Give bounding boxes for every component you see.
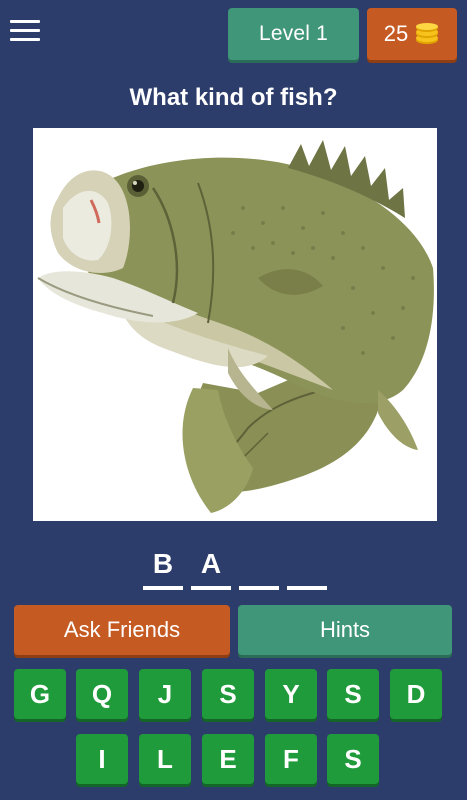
- letter-key[interactable]: E: [202, 734, 254, 784]
- ask-friends-label: Ask Friends: [63, 617, 181, 642]
- menu-icon[interactable]: [10, 20, 40, 46]
- letter-key[interactable]: S: [327, 669, 379, 719]
- letter-key[interactable]: L: [139, 734, 191, 784]
- letter-key[interactable]: S: [202, 669, 254, 719]
- ask-friends-button[interactable]: Ask Friends: [14, 605, 230, 655]
- largemouth-bass-illustration: [37, 140, 434, 513]
- question-text: What kind of fish?: [129, 84, 338, 111]
- letter-key[interactable]: D: [390, 669, 442, 719]
- fish-picture: [33, 128, 437, 521]
- coins-count: 25: [383, 21, 409, 46]
- level-label: Level 1: [258, 22, 329, 45]
- hints-label: Hints: [319, 617, 371, 642]
- answer-slot[interactable]: [287, 546, 327, 590]
- level-button[interactable]: Level 1: [228, 8, 359, 60]
- letter-key[interactable]: Y: [265, 669, 317, 719]
- hints-button[interactable]: Hints: [238, 605, 452, 655]
- letter-key[interactable]: G: [14, 669, 66, 719]
- answer-slot[interactable]: B: [143, 546, 183, 590]
- coins-button[interactable]: 25: [367, 8, 457, 60]
- letter-key[interactable]: I: [76, 734, 128, 784]
- letter-key[interactable]: J: [139, 669, 191, 719]
- letter-key[interactable]: F: [265, 734, 317, 784]
- answer-slot[interactable]: [239, 546, 279, 590]
- letter-key[interactable]: S: [327, 734, 379, 784]
- answer-slot[interactable]: A: [191, 546, 231, 590]
- gold-coins-icon: [416, 23, 439, 44]
- letter-key[interactable]: Q: [76, 669, 128, 719]
